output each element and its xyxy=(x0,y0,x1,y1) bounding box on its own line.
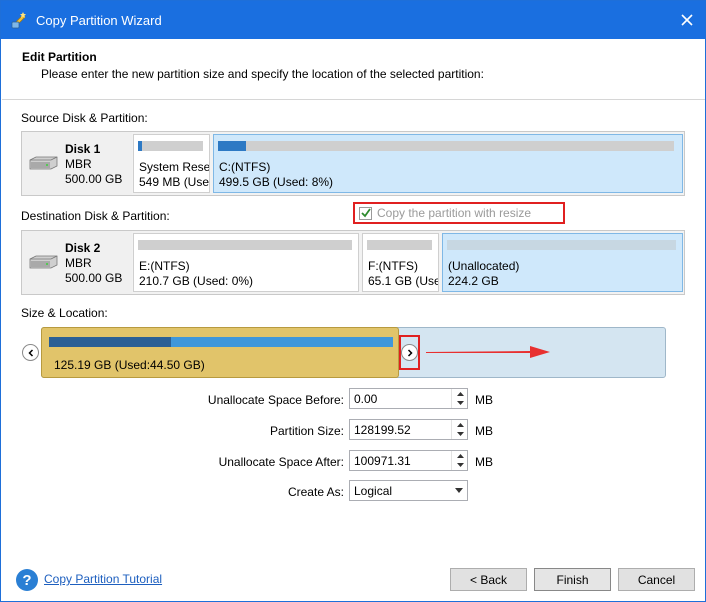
spin-down-icon[interactable] xyxy=(452,429,468,439)
partition-name: System Reser xyxy=(139,160,210,174)
destination-section-label: Destination Disk & Partition: xyxy=(21,209,170,223)
unit-label: MB xyxy=(475,455,493,469)
source-disk-type: MBR xyxy=(65,157,92,171)
partition-size-input[interactable]: 128199.52 xyxy=(349,419,468,440)
destination-disk-info[interactable]: Disk 2 MBR 500.00 GB xyxy=(22,231,132,294)
partition-usage-fill xyxy=(138,141,142,151)
header-title: Edit Partition xyxy=(22,50,97,64)
copy-with-resize-label: Copy the partition with resize xyxy=(377,206,532,220)
resize-right-handle[interactable] xyxy=(401,344,418,361)
source-disk-info[interactable]: Disk 1 MBR 500.00 GB xyxy=(22,132,132,195)
destination-partition-unallocated[interactable]: (Unallocated) 224.2 GB xyxy=(442,233,683,292)
partition-size-label: Partition Size: xyxy=(269,424,344,438)
create-as-label: Create As: xyxy=(287,485,344,499)
unallocate-after-value: 100971.31 xyxy=(354,454,411,468)
wizard-header: Edit Partition Please enter the new part… xyxy=(2,39,705,100)
size-location-label: Size & Location: xyxy=(21,306,108,320)
dropdown-icon[interactable] xyxy=(450,481,467,500)
spin-down-icon[interactable] xyxy=(452,398,468,408)
back-button[interactable]: < Back xyxy=(450,568,527,591)
partition-name: F:(NTFS) xyxy=(368,259,418,273)
source-section-label: Source Disk & Partition: xyxy=(21,111,148,125)
partition-info: 210.7 GB (Used: 0%) xyxy=(139,274,254,288)
partition-size-value: 128199.52 xyxy=(354,423,411,437)
partition-name: C:(NTFS) xyxy=(219,160,271,174)
unallocate-before-input[interactable]: 0.00 xyxy=(349,388,468,409)
destination-disk-type: MBR xyxy=(65,256,92,270)
help-icon[interactable]: ? xyxy=(16,569,38,591)
unallocate-before-value: 0.00 xyxy=(354,392,378,406)
resize-usage-fill xyxy=(49,337,172,347)
right-arrow-icon xyxy=(407,348,413,357)
checkbox-checked-icon xyxy=(359,206,372,220)
resize-usage-bar xyxy=(49,337,393,347)
header-description: Please enter the new partition size and … xyxy=(41,67,484,81)
cancel-button[interactable]: Cancel xyxy=(618,568,695,591)
partition-info: 65.1 GB (Used: 0%) xyxy=(368,274,438,288)
partition-name: E:(NTFS) xyxy=(139,259,190,273)
destination-disk-size: 500.00 GB xyxy=(65,271,123,285)
left-arrow-icon xyxy=(27,348,33,357)
close-icon xyxy=(681,14,693,26)
spin-down-icon[interactable] xyxy=(452,460,468,470)
source-partition-c[interactable]: C:(NTFS) 499.5 GB (Used: 8%) xyxy=(213,134,683,193)
destination-partition-e[interactable]: E:(NTFS) 210.7 GB (Used: 0%) xyxy=(133,233,359,292)
partition-usage-fill xyxy=(218,141,246,151)
red-arrow-annotation xyxy=(426,346,550,358)
move-left-button[interactable] xyxy=(22,344,39,361)
title-bar: Copy Partition Wizard xyxy=(1,1,705,39)
destination-partition-f[interactable]: F:(NTFS) 65.1 GB (Used: 0%) xyxy=(362,233,439,292)
source-disk-name: Disk 1 xyxy=(65,142,101,156)
create-as-value: Logical xyxy=(354,484,393,498)
unallocate-before-label: Unallocate Space Before: xyxy=(207,393,344,407)
unit-label: MB xyxy=(475,424,493,438)
source-disk-row: Disk 1 MBR 500.00 GB System Reser 549 MB… xyxy=(21,131,685,196)
app-wizard-icon xyxy=(11,12,26,29)
resize-partition-block[interactable]: 125.19 GB (Used:44.50 GB) xyxy=(41,327,399,378)
source-disk-size: 500.00 GB xyxy=(65,172,123,186)
create-as-select[interactable]: Logical xyxy=(349,480,468,501)
disk-icon xyxy=(29,255,58,269)
destination-disk-name: Disk 2 xyxy=(65,241,101,255)
partition-info: 224.2 GB xyxy=(448,274,499,288)
copy-partition-wizard-window: Copy Partition Wizard Edit Partition Ple… xyxy=(0,0,706,602)
close-button[interactable] xyxy=(669,1,705,39)
source-partition-system-reserved[interactable]: System Reser 549 MB (Usec xyxy=(133,134,210,193)
wizard-footer: ? Copy Partition Tutorial < Back Finish … xyxy=(2,560,705,601)
disk-icon xyxy=(29,156,58,170)
partition-name: (Unallocated) xyxy=(448,259,520,273)
destination-disk-row: Disk 2 MBR 500.00 GB E:(NTFS) 210.7 GB (… xyxy=(21,230,685,295)
unit-label: MB xyxy=(475,393,493,407)
copy-with-resize-checkbox[interactable]: Copy the partition with resize xyxy=(353,202,565,224)
unallocate-after-label: Unallocate Space After: xyxy=(218,455,344,469)
copy-partition-tutorial-link[interactable]: Copy Partition Tutorial xyxy=(44,572,162,586)
partition-info: 499.5 GB (Used: 8%) xyxy=(219,175,334,189)
resize-partition-size: 125.19 GB (Used:44.50 GB) xyxy=(54,358,205,372)
unallocate-after-input[interactable]: 100971.31 xyxy=(349,450,468,471)
partition-info: 549 MB (Usec xyxy=(139,175,210,189)
finish-button[interactable]: Finish xyxy=(534,568,611,591)
window-title: Copy Partition Wizard xyxy=(36,13,162,28)
